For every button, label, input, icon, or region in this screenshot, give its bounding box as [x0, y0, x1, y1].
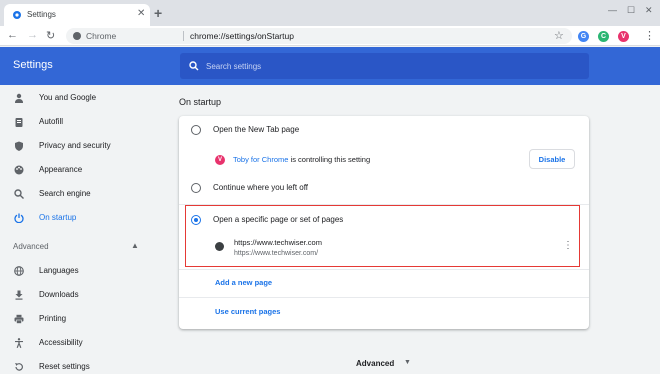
extension-c-icon[interactable]: C: [598, 31, 609, 42]
sidebar-item-label: Privacy and security: [39, 141, 111, 150]
sidebar-item-label: On startup: [39, 213, 77, 222]
download-icon: [15, 290, 23, 300]
sidebar-item-languages[interactable]: Languages: [0, 261, 160, 281]
sidebar-item-privacy[interactable]: Privacy and security: [0, 136, 160, 156]
option-label: Continue where you left off: [213, 183, 309, 192]
sidebar-item-label: Downloads: [39, 290, 79, 299]
accessibility-icon: [15, 338, 23, 348]
power-icon: [14, 213, 24, 223]
sidebar-item-search-engine[interactable]: Search engine: [0, 184, 160, 204]
new-tab-button[interactable]: +: [154, 5, 162, 21]
main-content: On startup Open the New Tab page V Toby …: [160, 85, 660, 374]
printer-icon: [14, 314, 24, 324]
toby-extension-icon: V: [215, 155, 225, 165]
sidebar-item-reset-settings[interactable]: Reset settings: [0, 357, 160, 374]
tab-strip: Settings ✕ + — ☐ ✕: [0, 0, 660, 26]
sidebar-item-appearance[interactable]: Appearance: [0, 160, 160, 180]
palette-icon: [14, 165, 24, 175]
option-continue[interactable]: Continue where you left off: [179, 176, 589, 200]
use-current-pages-link[interactable]: Use current pages: [215, 307, 280, 316]
tab-close-button[interactable]: ✕: [137, 8, 145, 19]
search-icon: [14, 189, 24, 199]
divider: [179, 269, 589, 270]
reload-button[interactable]: ↻: [46, 29, 55, 42]
extension-toby-icon[interactable]: V: [618, 31, 629, 42]
sidebar-item-downloads[interactable]: Downloads: [0, 285, 160, 305]
startup-card: Open the New Tab page V Toby for Chrome …: [179, 116, 589, 329]
option-new-tab[interactable]: Open the New Tab page: [179, 118, 589, 142]
extension-grammarly-icon[interactable]: G: [578, 31, 589, 42]
omnibox-separator: [183, 31, 184, 41]
back-button[interactable]: ←: [7, 29, 18, 41]
sidebar-item-label: Autofill: [39, 117, 64, 126]
extension-notice-text: Toby for Chrome is controlling this sett…: [233, 155, 370, 164]
globe-icon: [14, 266, 24, 276]
url-text[interactable]: chrome://settings/onStartup: [190, 31, 294, 41]
shield-icon: [15, 141, 23, 151]
gear-icon: [13, 11, 21, 19]
search-input[interactable]: [206, 59, 566, 73]
extension-notice: V Toby for Chrome is controlling this se…: [179, 146, 589, 174]
advanced-footer-button[interactable]: Advanced: [356, 359, 394, 368]
settings-header: Settings: [0, 47, 660, 85]
tab-settings[interactable]: Settings ✕: [4, 4, 150, 26]
window-close-button[interactable]: ✕: [645, 5, 653, 16]
page-title: Settings: [13, 59, 53, 71]
chevron-down-icon[interactable]: ▼: [404, 359, 411, 366]
radio-continue[interactable]: [191, 183, 201, 193]
chevron-up-icon[interactable]: ▲: [131, 241, 139, 250]
sidebar-item-label: Languages: [39, 266, 79, 275]
minimize-button[interactable]: —: [608, 5, 617, 15]
search-icon: [189, 61, 199, 71]
tab-title: Settings: [27, 10, 56, 19]
toby-link[interactable]: Toby for Chrome: [233, 155, 288, 164]
settings-search[interactable]: [180, 53, 589, 79]
site-label: Chrome: [86, 31, 117, 41]
address-bar[interactable]: Chrome chrome://settings/onStartup ☆: [66, 28, 572, 44]
disable-button[interactable]: Disable: [529, 149, 575, 169]
bookmark-star-icon[interactable]: ☆: [554, 29, 564, 42]
add-new-page-link[interactable]: Add a new page: [215, 278, 272, 287]
person-icon: [15, 93, 23, 103]
highlight-box: [185, 205, 580, 267]
reset-icon: [15, 363, 23, 371]
section-title: On startup: [179, 97, 222, 107]
option-label: Open the New Tab page: [213, 125, 300, 134]
chrome-menu-icon[interactable]: ⋮: [644, 29, 655, 42]
sidebar-item-label: Search engine: [39, 189, 91, 198]
browser-toolbar: ← → ↻ Chrome chrome://settings/onStartup…: [0, 26, 660, 46]
sidebar-item-printing[interactable]: Printing: [0, 309, 160, 329]
sidebar-item-label: Reset settings: [39, 362, 90, 371]
sidebar-item-you-and-google[interactable]: You and Google: [0, 88, 160, 108]
forward-button[interactable]: →: [27, 29, 38, 41]
radio-new-tab[interactable]: [191, 125, 201, 135]
sidebar-item-label: Printing: [39, 314, 67, 323]
divider: [179, 297, 589, 298]
sidebar-item-autofill[interactable]: Autofill: [0, 112, 160, 132]
extension-notice-suffix: is controlling this setting: [288, 155, 371, 164]
chrome-site-icon: [73, 32, 81, 40]
sidebar-item-label: Appearance: [39, 165, 83, 174]
maximize-button[interactable]: ☐: [627, 5, 635, 16]
sidebar-item-label: You and Google: [39, 93, 97, 102]
sidebar-item-accessibility[interactable]: Accessibility: [0, 333, 160, 353]
sidebar-item-on-startup[interactable]: On startup: [0, 208, 160, 228]
sidebar: You and Google Autofill Privacy and secu…: [0, 85, 160, 374]
sidebar-item-label: Accessibility: [39, 338, 83, 347]
clipboard-icon: [15, 118, 23, 127]
advanced-section-toggle[interactable]: Advanced: [13, 242, 49, 251]
